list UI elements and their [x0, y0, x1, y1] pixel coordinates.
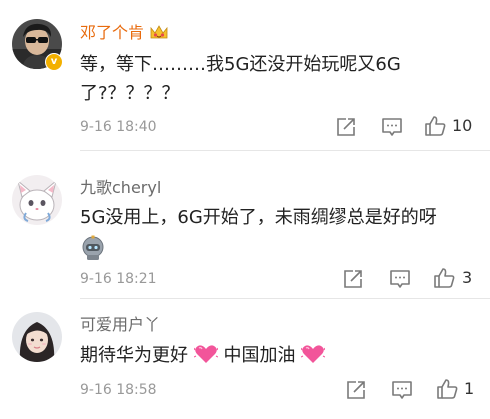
heart-emoji-icon: [193, 344, 219, 373]
robot-emoji-icon: [80, 235, 106, 261]
comment-timestamp: 9-16 18:58: [80, 382, 157, 398]
comment-username[interactable]: 邓了个肯: [80, 22, 169, 47]
share-icon[interactable]: [342, 268, 364, 290]
username-text[interactable]: 邓了个肯: [80, 23, 144, 42]
comment-text-part: 中国加油: [223, 345, 296, 366]
avatar[interactable]: [12, 312, 62, 362]
like-count: 10: [452, 116, 473, 135]
thumbs-up-icon[interactable]: [424, 115, 446, 137]
heart-emoji-icon: [300, 344, 326, 373]
share-icon[interactable]: [335, 116, 357, 138]
verified-badge: v: [45, 53, 63, 71]
comment-username[interactable]: 九歌cheryl: [80, 177, 161, 199]
comment-icon[interactable]: [381, 116, 403, 138]
comment-icon[interactable]: [389, 268, 411, 290]
like-count: 1: [464, 379, 475, 398]
comment-item: 九歌cheryl 5G没用上，6G开始了，未雨绸缪总是好的呀 9-16 18:2…: [0, 151, 490, 298]
comment-text-part: 期待华为更好: [80, 345, 188, 366]
comment-timestamp: 9-16 18:40: [80, 119, 157, 135]
comment-text: 5G没用上，6G开始了，未雨绸缪总是好的呀: [80, 207, 437, 228]
avatar[interactable]: [12, 175, 62, 225]
thumbs-up-icon[interactable]: [436, 378, 458, 400]
comment-text: 等，等下………我5G还没开始玩呢又6G了?？？？？: [80, 54, 401, 104]
thumbs-up-icon[interactable]: [433, 267, 455, 289]
comment-item: 可爱用户丫 期待华为更好 中国加油 9-16 18:58 1: [0, 299, 490, 419]
comment-username[interactable]: 可爱用户丫: [80, 314, 160, 336]
like-count: 3: [462, 268, 473, 287]
comment-icon[interactable]: [391, 379, 413, 401]
comment-item: v 邓了个肯 等，等下………我5G还没开始玩呢又6G了?？？？？ 9-16 18…: [0, 0, 490, 150]
crown-emoji-icon: [149, 24, 169, 47]
comment-text: 期待华为更好 中国加油: [80, 341, 460, 373]
comment-timestamp: 9-16 18:21: [80, 271, 157, 287]
share-icon[interactable]: [345, 379, 367, 401]
